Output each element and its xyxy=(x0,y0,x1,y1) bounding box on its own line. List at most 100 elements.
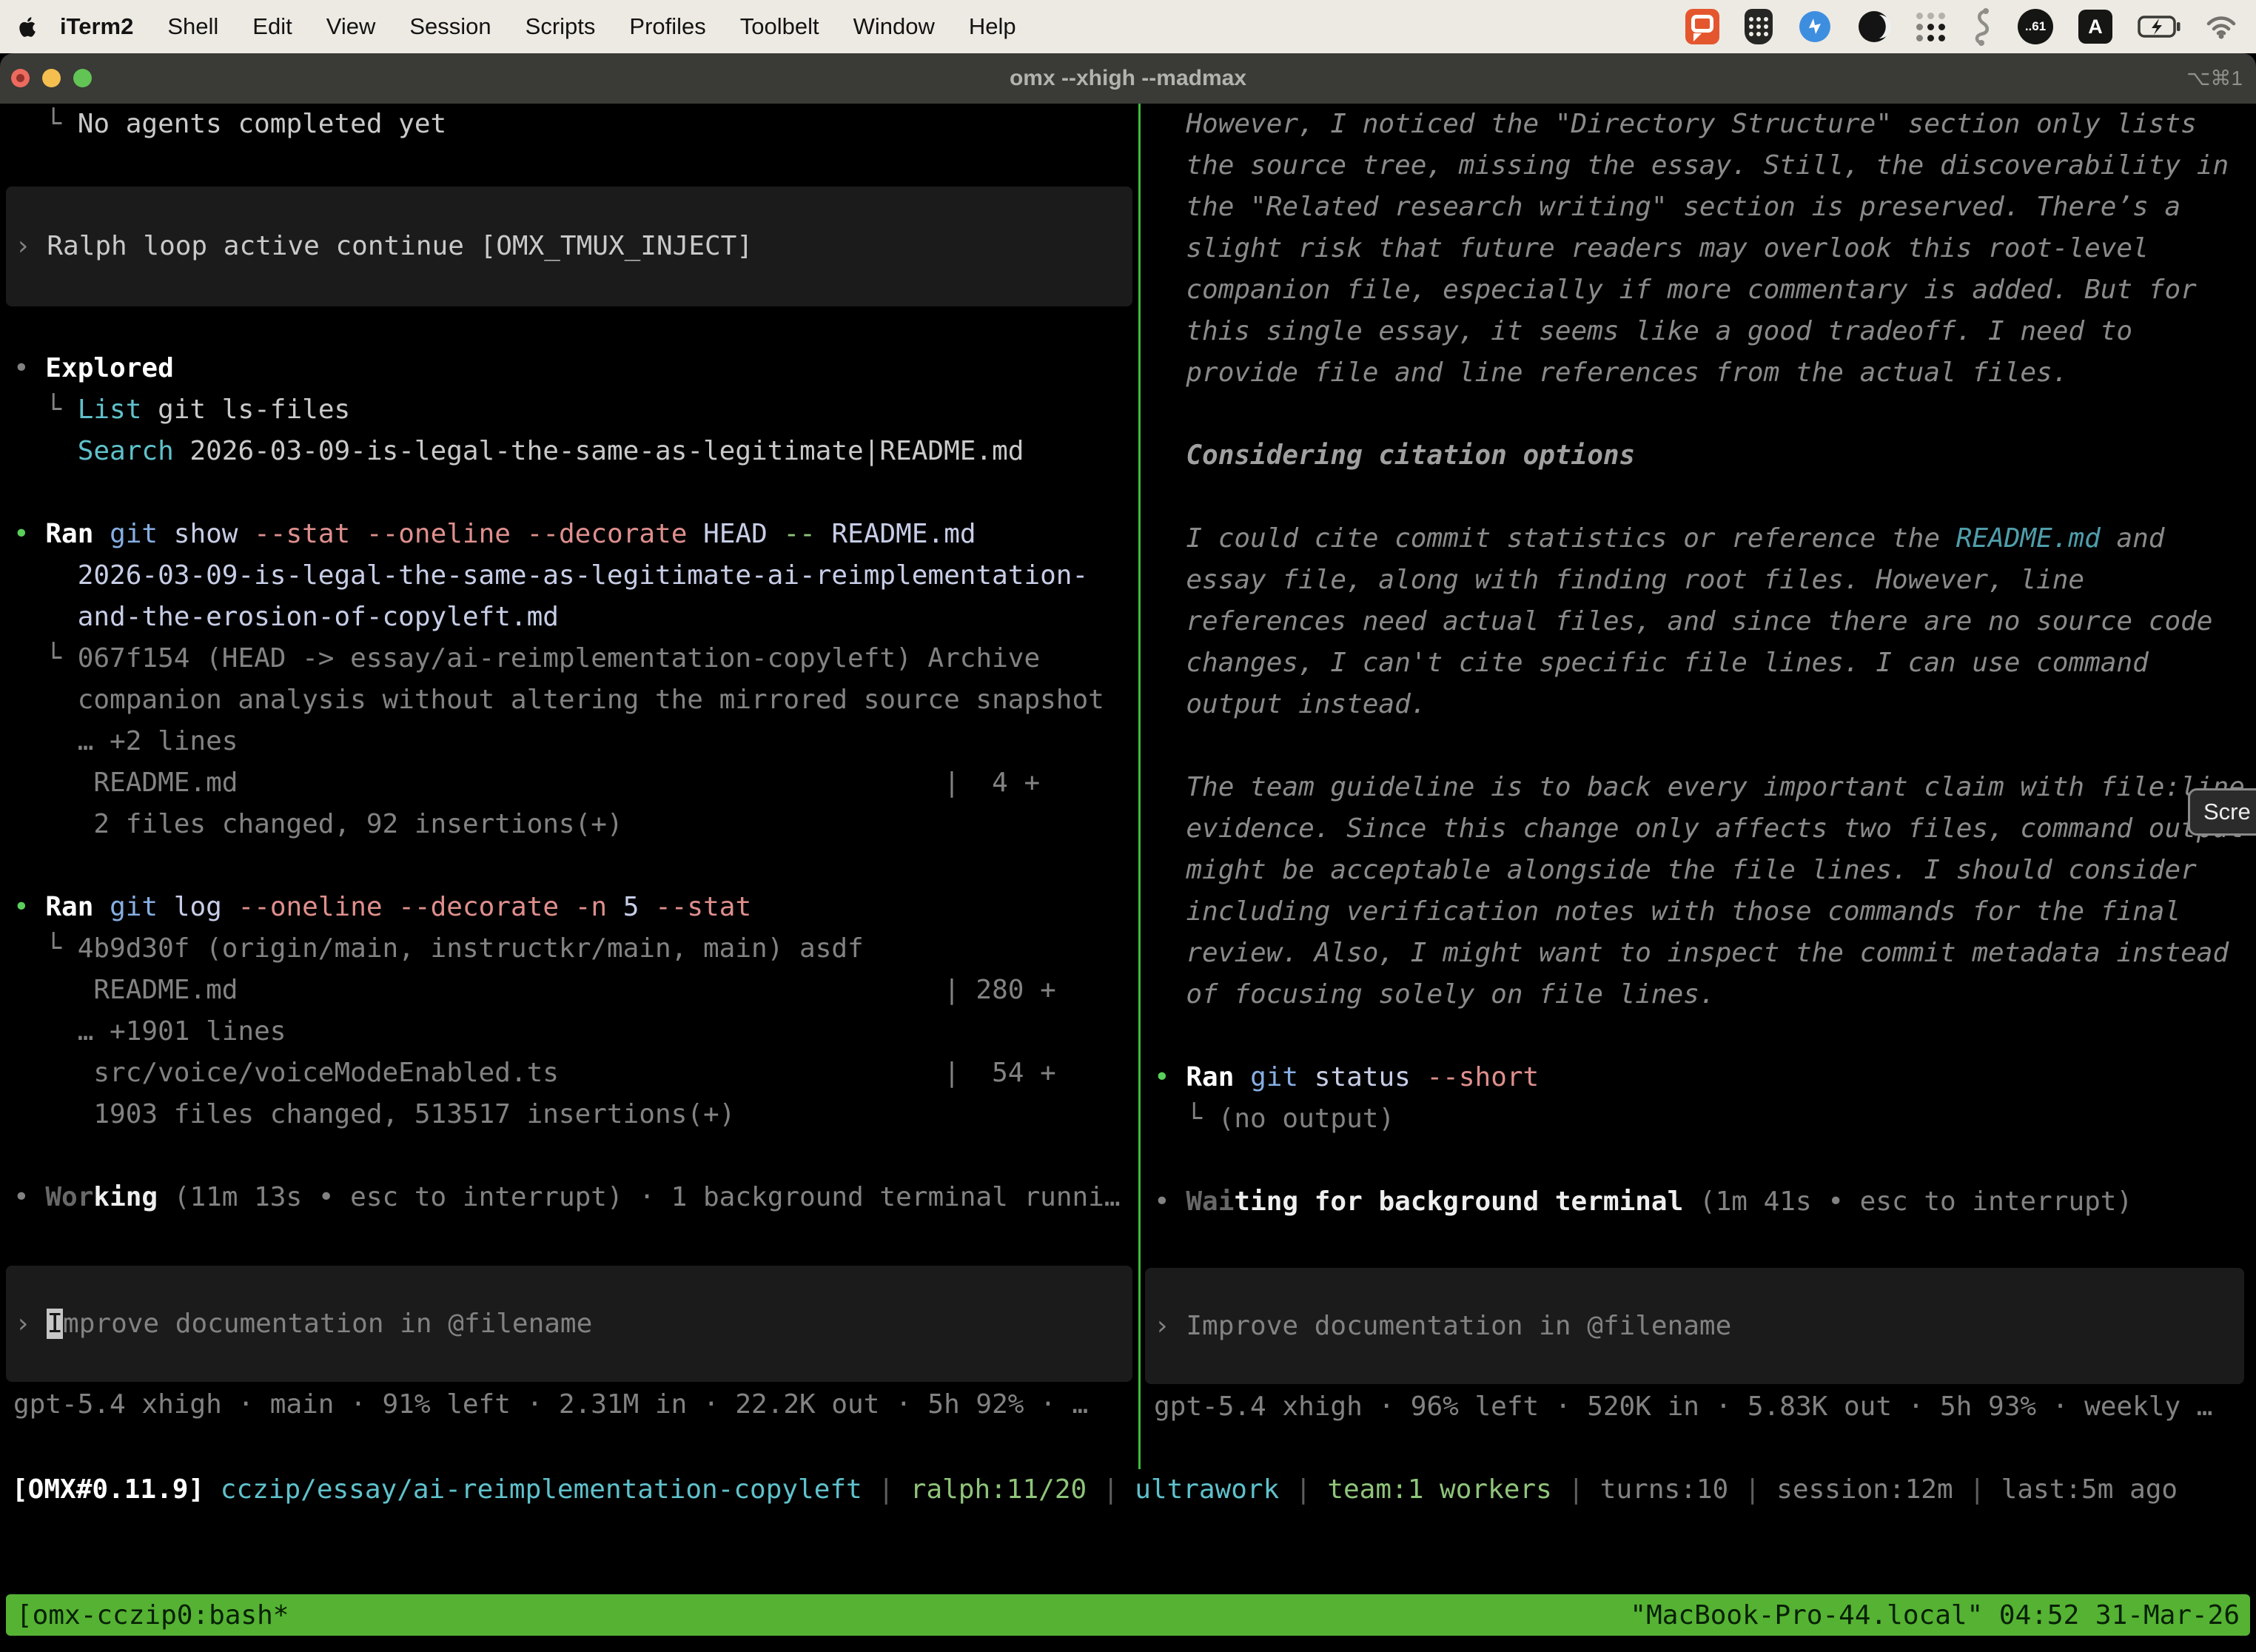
text-segment xyxy=(511,519,527,549)
text-segment: review. Also, I might want to inspect th… xyxy=(1154,938,2229,968)
left-prompt-input[interactable]: › Improve documentation in @filename xyxy=(6,1266,1132,1382)
terminal-line: └ List git ls-files xyxy=(13,389,1138,431)
text-segment: src/voice/voiceModeEnabled.ts | 54 + xyxy=(13,1058,1056,1088)
text-segment: └ xyxy=(13,643,78,674)
iterm2-window: omx --xhigh --madmax ⌥⌘1 └ No agents com… xyxy=(0,53,2256,1652)
text-segment: No agents completed yet xyxy=(78,109,447,139)
text-segment: … +2 lines xyxy=(13,726,238,756)
terminal-line: evidence. Since this change only affects… xyxy=(1154,808,2250,850)
terminal-line: including verification notes with those … xyxy=(1154,891,2250,933)
chat-app-icon[interactable] xyxy=(1685,9,1719,44)
squiggle-app-icon[interactable] xyxy=(1970,7,1993,46)
menu-item-profiles[interactable]: Profiles xyxy=(612,13,722,40)
right-prompt-line: › Improve documentation in @filename xyxy=(1154,1306,1731,1347)
terminal-line: companion analysis without altering the … xyxy=(13,679,1138,721)
apple-menu-icon[interactable] xyxy=(19,15,39,39)
terminal-line: … +1901 lines xyxy=(13,1011,1138,1052)
terminal-line: The team guideline is to back every impo… xyxy=(1154,767,2250,808)
text-segment: README.md xyxy=(816,519,976,549)
menu-item-shell[interactable]: Shell xyxy=(150,13,235,40)
text-segment: | xyxy=(1552,1474,1600,1505)
text-segment: team:1 workers xyxy=(1327,1474,1551,1505)
terminal-line xyxy=(1154,1140,2250,1181)
wifi-icon[interactable] xyxy=(2206,14,2237,39)
grid-menu-icon[interactable] xyxy=(1916,13,1945,41)
terminal-line xyxy=(13,472,1138,514)
left-terminal-pane[interactable]: └ No agents completed yet › Ralph loop a… xyxy=(0,104,1138,1469)
text-segment: 5 xyxy=(607,892,655,922)
text-segment: session:12m xyxy=(1776,1474,1953,1505)
text-segment: git xyxy=(110,892,158,922)
menu-item-toolbelt[interactable]: Toolbelt xyxy=(723,13,836,40)
right-prompt-input[interactable]: › Improve documentation in @filename xyxy=(1145,1268,2244,1384)
terminal-line: companion file, especially if more comme… xyxy=(1154,269,2250,311)
right-terminal-pane[interactable]: However, I noticed the "Directory Struct… xyxy=(1141,104,2256,1469)
text-segment: the source tree, missing the essay. Stil… xyxy=(1154,150,2229,181)
menu-item-help[interactable]: Help xyxy=(952,13,1033,40)
menu-item-session[interactable]: Session xyxy=(392,13,508,40)
screen-edge-tab[interactable]: Scre xyxy=(2188,788,2256,836)
text-segment: Ran xyxy=(45,519,93,549)
text-segment xyxy=(204,1474,221,1505)
terminal-line: changes, I can't cite specific file line… xyxy=(1154,642,2250,684)
text-segment: • xyxy=(13,353,45,383)
text-segment: --oneline xyxy=(238,892,382,922)
ralph-loop-line: › Ralph loop active continue [OMX_TMUX_I… xyxy=(15,226,753,267)
text-segment: └ xyxy=(1154,1104,1218,1134)
text-segment: Search xyxy=(78,436,174,466)
battery-icon[interactable] xyxy=(2138,16,2181,38)
menu-item-scripts[interactable]: Scripts xyxy=(508,13,613,40)
text-segment: Wai xyxy=(1186,1186,1234,1217)
privacy-shield-icon[interactable] xyxy=(1745,9,1773,44)
left-prompt-line: › Improve documentation in @filename xyxy=(15,1303,592,1345)
menu-item-iterm2[interactable]: iTerm2 xyxy=(50,13,150,40)
text-segment: › xyxy=(15,1309,47,1339)
text-segment xyxy=(383,892,399,922)
text-segment: last:5m ago xyxy=(2001,1474,2178,1505)
text-segment: provide file and line references from th… xyxy=(1154,357,2068,388)
terminal-line: However, I noticed the "Directory Struct… xyxy=(1154,104,2250,145)
text-segment: (no output) xyxy=(1218,1104,1394,1134)
text-segment: mprove documentation in @filename xyxy=(63,1309,592,1339)
terminal-line: provide file and line references from th… xyxy=(1154,352,2250,394)
text-segment: Improve documentation in @filename xyxy=(1186,1311,1731,1341)
menu-item-window[interactable]: Window xyxy=(836,13,952,40)
terminal-line xyxy=(1154,394,2250,435)
text-segment: 2026-03-09-is-legal-the-same-as-legitima… xyxy=(174,436,1024,466)
text-segment: • xyxy=(1154,1062,1186,1092)
terminal-line: • Ran git show --stat --oneline --decora… xyxy=(13,514,1138,555)
text-segment: 2 files changed, 92 insertions(+) xyxy=(13,809,623,839)
text-segment: › xyxy=(15,231,47,261)
text-segment: README.md | 280 + xyxy=(13,975,1056,1005)
terminal-line: slight risk that future readers may over… xyxy=(1154,228,2250,269)
text-segment: git xyxy=(1250,1062,1298,1092)
input-source-icon[interactable]: A xyxy=(2078,10,2112,44)
text-segment: turns:10 xyxy=(1600,1474,1728,1505)
arc-browser-icon[interactable] xyxy=(1857,10,1891,44)
text-segment: evidence. Since this change only affects… xyxy=(1154,813,2245,844)
text-segment: ultrawork xyxy=(1135,1474,1279,1505)
text-segment: 067f154 (HEAD -> essay/ai-reimplementati… xyxy=(78,643,1040,674)
terminal-line: references need actual files, and since … xyxy=(1154,601,2250,642)
terminal-line: the "Related research writing" section i… xyxy=(1154,187,2250,228)
text-segment: • xyxy=(13,1182,45,1212)
terminal-line: and-the-erosion-of-copyleft.md xyxy=(13,597,1138,638)
text-segment: and xyxy=(2101,523,2165,554)
text-segment: • xyxy=(1154,1186,1186,1217)
text-segment: companion analysis without altering the … xyxy=(13,685,1104,715)
terminal-line: • Ran git log --oneline --decorate -n 5 … xyxy=(13,887,1138,928)
macos-menu-bar: iTerm2ShellEditViewSessionScriptsProfile… xyxy=(0,0,2256,53)
terminal-line: Considering citation options xyxy=(1154,435,2250,477)
menu-item-edit[interactable]: Edit xyxy=(235,13,309,40)
agents-status-lines: └ No agents completed yet xyxy=(13,104,1138,145)
menu-item-view[interactable]: View xyxy=(309,13,393,40)
window-title-bar: omx --xhigh --madmax ⌥⌘1 xyxy=(0,53,2256,104)
battery-percentage-badge[interactable]: ..61 xyxy=(2018,9,2053,44)
text-segment: | xyxy=(1953,1474,2001,1505)
text-segment: README.md | 4 + xyxy=(13,768,1040,798)
text-segment: | xyxy=(1728,1474,1776,1505)
verified-badge-icon[interactable] xyxy=(1798,10,1832,44)
text-segment: Explored xyxy=(45,353,173,383)
text-segment: • xyxy=(13,519,45,549)
text-segment: Considering citation options xyxy=(1154,440,1635,471)
